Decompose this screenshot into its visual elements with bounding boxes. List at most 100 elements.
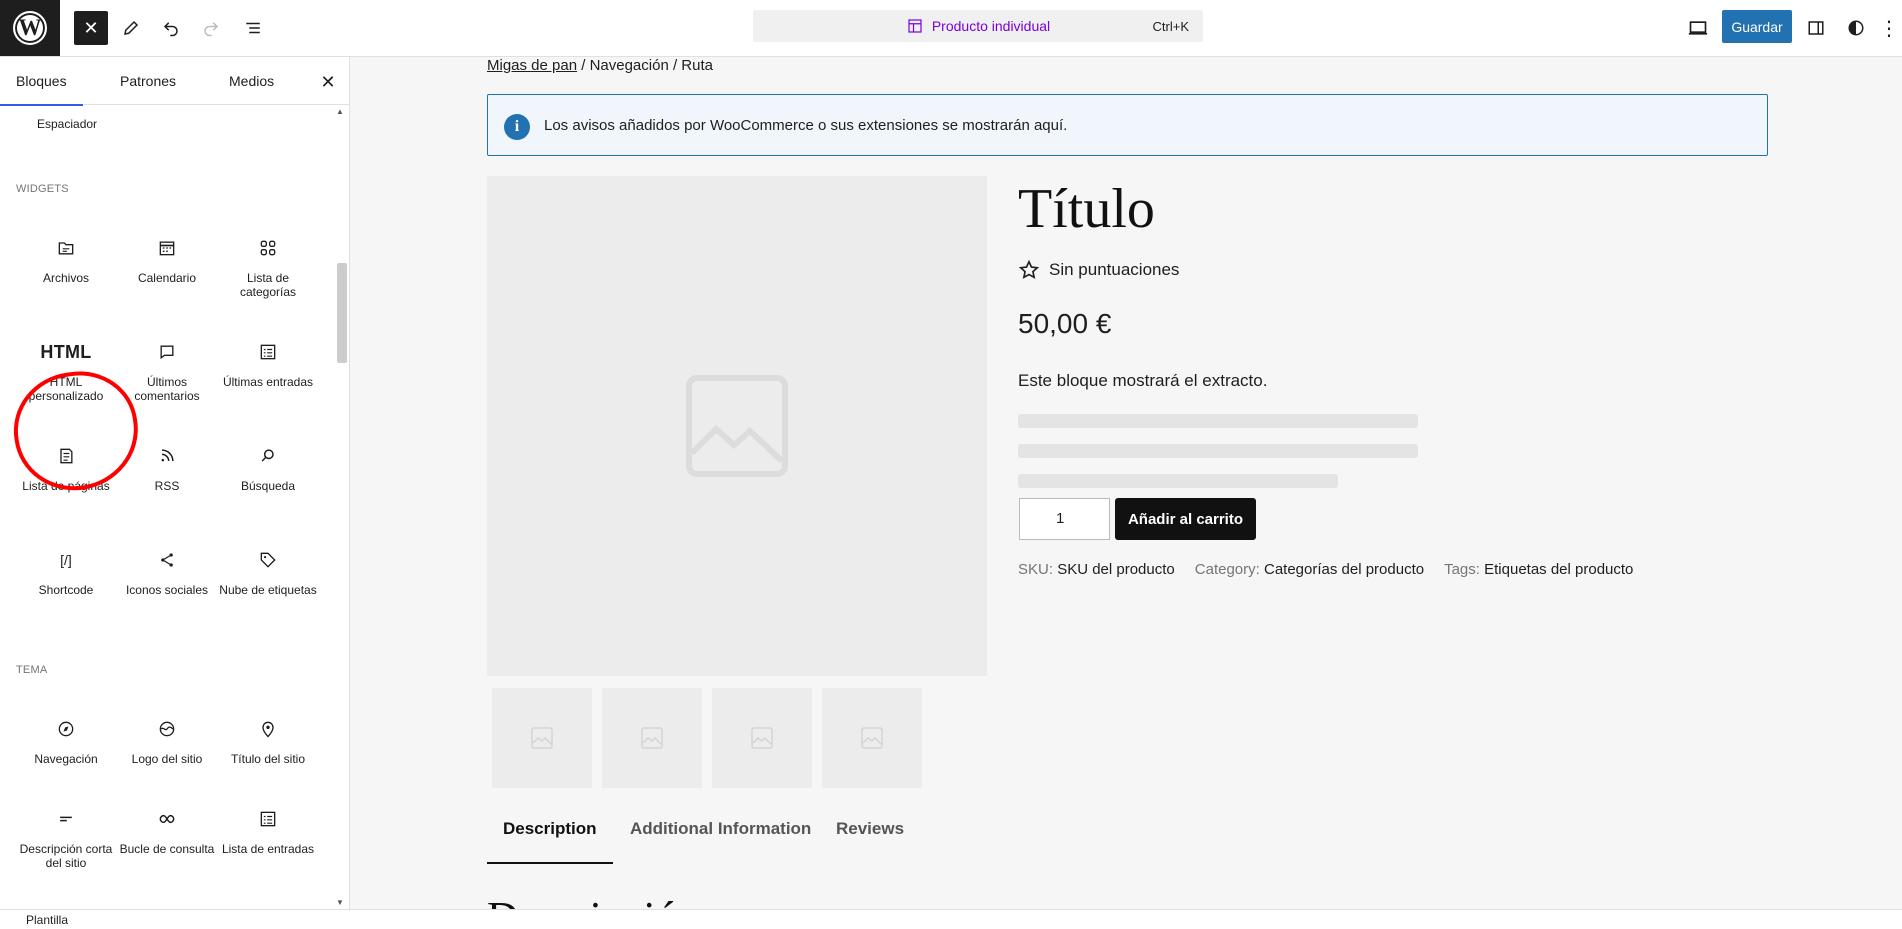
block-label: Descripción corta del sitio (19, 842, 113, 870)
block-site-title[interactable]: Título del sitio (218, 718, 318, 766)
breadcrumb-template[interactable]: Plantilla (26, 913, 68, 927)
block-social-icons[interactable]: Iconos sociales (117, 549, 217, 597)
star-icon (1018, 259, 1040, 279)
redo-button[interactable] (194, 11, 228, 45)
block-site-logo[interactable]: Logo del sitio (117, 718, 217, 766)
block-label: Shortcode (38, 583, 94, 597)
block-label: Últimos comentarios (134, 375, 200, 403)
map-marker-icon (262, 721, 274, 738)
widgets-heading: WIDGETS (16, 183, 69, 195)
wordpress-logo-icon: W (13, 11, 47, 45)
meta-category: Category: Categorías del producto (1195, 561, 1424, 578)
add-to-cart-button[interactable]: Añadir al carrito (1115, 498, 1256, 540)
share-icon (161, 553, 173, 567)
gallery-thumbnail[interactable] (822, 688, 922, 788)
close-icon: ✕ (320, 71, 336, 92)
placeholder-line (1018, 474, 1338, 488)
block-archives[interactable]: Archivos (16, 237, 116, 285)
block-calendar[interactable]: Calendario (117, 237, 217, 285)
editor-canvas: Migas de pan / Navegación / Ruta i Los a… (351, 57, 1902, 909)
theme-heading: TEMA (16, 664, 48, 676)
block-label: Logo del sitio (131, 752, 203, 766)
block-query-loop[interactable]: Bucle de consulta (117, 808, 217, 856)
notice-text: Los avisos añadidos por WooCommerce o su… (544, 117, 1068, 134)
more-vertical-icon: ⋮ (1879, 17, 1899, 40)
shortcode-icon: [/] (60, 552, 72, 568)
status-bar: Plantilla (0, 909, 1902, 929)
settings-button[interactable] (1799, 11, 1833, 45)
post-list-icon (260, 811, 276, 827)
preview-button[interactable] (1681, 11, 1715, 45)
block-post-list[interactable]: Lista de entradas (218, 808, 318, 856)
undo-button[interactable] (154, 11, 188, 45)
block-label: HTML personalizado (28, 375, 104, 403)
desktop-icon (1688, 21, 1708, 35)
styles-button[interactable] (1839, 11, 1873, 45)
tab-description[interactable]: Description (487, 817, 613, 864)
scroll-down-icon[interactable]: ▼ (336, 898, 344, 907)
block-custom-html[interactable]: HTML HTML personalizado (16, 341, 116, 403)
rss-icon (161, 449, 174, 462)
sidebar-scrollbar[interactable]: ▲ ▼ (335, 105, 349, 909)
block-latest-posts[interactable]: Últimas entradas (218, 341, 318, 389)
block-page-list[interactable]: Lista de páginas (16, 445, 116, 493)
product-rating: Sin puntuaciones (1018, 259, 1179, 281)
block-label: Nube de etiquetas (219, 583, 317, 597)
category-value: Categorías del producto (1263, 561, 1425, 578)
tagline-icon (60, 816, 72, 822)
tag-icon (260, 552, 276, 568)
product-tabs: Description Additional Information Revie… (487, 817, 1768, 865)
comment-icon (160, 345, 174, 360)
sku-key: SKU: (1018, 561, 1054, 578)
save-button[interactable]: Guardar (1722, 10, 1792, 43)
tab-patterns[interactable]: Patrones (120, 57, 176, 105)
tab-additional-information[interactable]: Additional Information (614, 817, 827, 864)
block-label: Búsqueda (240, 479, 296, 493)
block-navigation[interactable]: Navegación (16, 718, 116, 766)
block-spacer[interactable]: Espaciador (37, 117, 97, 131)
sidebar-icon (1808, 21, 1824, 35)
post-list-icon (260, 344, 276, 360)
tab-blocks[interactable]: Bloques (0, 57, 83, 106)
archive-folder-icon (58, 242, 74, 255)
block-tag-cloud[interactable]: Nube de etiquetas (218, 549, 318, 597)
redo-icon (204, 22, 219, 37)
block-categories-list[interactable]: Lista de categorías (218, 237, 318, 299)
close-inserter-tab-button[interactable]: ✕ (316, 70, 340, 94)
placeholder-line (1018, 444, 1418, 458)
category-key: Category: (1194, 561, 1260, 578)
close-inserter-button[interactable]: ✕ (74, 11, 108, 45)
block-label: Últimas entradas (222, 375, 314, 389)
compass-icon (58, 721, 74, 737)
options-button[interactable]: ⋮ (1879, 11, 1899, 45)
block-search[interactable]: Búsqueda (218, 445, 318, 493)
breadcrumb-link[interactable]: Migas de pan (487, 57, 577, 74)
gallery-thumbnail[interactable] (492, 688, 592, 788)
wordpress-logo-button[interactable]: W (0, 0, 60, 56)
calendar-icon (159, 241, 175, 256)
tab-reviews[interactable]: Reviews (820, 817, 920, 864)
description-heading: Descripción (487, 892, 700, 909)
block-latest-comments[interactable]: Últimos comentarios (117, 341, 217, 403)
gallery-thumbnail[interactable] (602, 688, 702, 788)
scrollbar-thumb[interactable] (337, 263, 347, 363)
quantity-input[interactable]: 1 (1019, 498, 1110, 540)
image-placeholder-icon (531, 727, 553, 749)
command-palette-button[interactable]: Producto individual Ctrl+K (753, 10, 1203, 42)
inserter-tabs: Bloques Patrones Medios ✕ (0, 57, 349, 106)
tools-button[interactable] (114, 11, 148, 45)
block-shortcode[interactable]: [/] Shortcode (16, 549, 116, 597)
command-shortcut: Ctrl+K (1152, 18, 1189, 34)
block-label: Lista de categorías (239, 271, 297, 299)
breadcrumb: Migas de pan / Navegación / Ruta (487, 57, 713, 74)
block-label: Lista de páginas (22, 479, 110, 493)
scroll-up-icon[interactable]: ▲ (336, 107, 344, 116)
block-site-tagline[interactable]: Descripción corta del sitio (16, 808, 116, 870)
document-overview-button[interactable] (236, 11, 270, 45)
product-image-placeholder[interactable] (487, 176, 987, 676)
gallery-thumbnail[interactable] (712, 688, 812, 788)
meta-sku: SKU: SKU del producto (1018, 561, 1175, 578)
product-title[interactable]: Título (1018, 177, 1155, 241)
block-rss[interactable]: RSS (117, 445, 217, 493)
tab-media[interactable]: Medios (229, 57, 274, 105)
